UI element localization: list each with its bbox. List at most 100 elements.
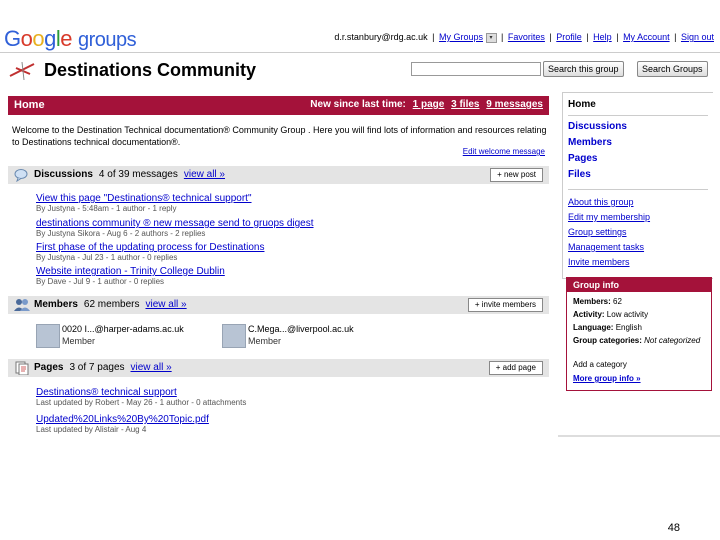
pages-count: 3 of 7 pages	[69, 362, 125, 373]
chevron-down-icon[interactable]: ▾	[485, 32, 497, 43]
member-item: C.Mega...@liverpool.ac.uk Member	[222, 324, 402, 350]
group-title: Destinations Community	[44, 60, 257, 80]
invite-members-button[interactable]: + invite members	[467, 298, 543, 312]
activity-label: Activity:	[573, 310, 605, 319]
new-messages-link[interactable]: 9 messages	[486, 99, 543, 110]
discussion-title[interactable]: View this page "Destinations® technical …	[36, 193, 252, 204]
about-group-link[interactable]: About this group	[568, 197, 634, 207]
members-label: Members	[34, 299, 78, 310]
avatar[interactable]	[222, 324, 246, 348]
sidebar-item-members[interactable]: Members	[568, 137, 612, 148]
sidebar-item-files[interactable]: Files	[568, 169, 591, 180]
activity-value: Low activity	[606, 310, 649, 319]
discussion-title[interactable]: Website integration - Trinity College Du…	[36, 266, 225, 277]
welcome-message: Welcome to the Destination Technical doc…	[12, 125, 547, 147]
sidebar: Home Discussions Members Pages Files Abo…	[562, 92, 713, 279]
members-label: Members:	[573, 297, 611, 306]
edit-welcome-link[interactable]: Edit welcome message	[463, 147, 545, 156]
discussion-meta: By Justyna Sikora - Aug 6 - 2 authors - …	[36, 229, 206, 238]
member-email[interactable]: C.Mega...@liverpool.ac.uk	[248, 324, 354, 334]
sidebar-item-pages[interactable]: Pages	[568, 153, 597, 164]
new-since-info: New since last time: 1 page 3 files 9 me…	[310, 99, 543, 110]
discussions-view-all-link[interactable]: view all »	[184, 169, 225, 180]
search-groups-button[interactable]: Search Groups	[637, 61, 708, 77]
group-info-title: Group info	[567, 278, 711, 292]
discussion-item: Website integration - Trinity College Du…	[36, 266, 225, 287]
group-info-categories: Group categories: Not categorized	[573, 336, 707, 346]
edit-membership-link[interactable]: Edit my membership	[568, 212, 650, 222]
members-section-bar: Members 62 members view all » + invite mem…	[8, 296, 549, 314]
management-tasks-link[interactable]: Management tasks	[568, 242, 644, 252]
page-meta: Last updated by Robert - May 26 - 1 auth…	[36, 398, 247, 407]
group-info-activity: Activity: Low activity	[573, 310, 707, 320]
language-value: English	[615, 323, 642, 332]
people-icon	[14, 299, 30, 311]
discussion-title[interactable]: First phase of the updating process for …	[36, 242, 264, 253]
discussions-count: 4 of 39 messages	[98, 169, 178, 180]
page-title[interactable]: Destinations® technical support	[36, 387, 177, 398]
sidebar-item-home[interactable]: Home	[568, 99, 596, 110]
member-role: Member	[248, 336, 282, 346]
discussion-meta: By Justyna - 5:48am - 1 author - 1 reply	[36, 204, 177, 213]
member-item: 0020 I...@harper-adams.ac.uk Member	[36, 324, 216, 350]
page-item: Updated%20Links%20By%20Topic.pdf Last up…	[36, 414, 209, 435]
discussions-section-bar: Discussions 4 of 39 messages view all » + …	[8, 166, 549, 184]
home-header-bar: Home New since last time: 1 page 3 files…	[8, 96, 549, 115]
discussion-item: First phase of the updating process for …	[36, 242, 264, 263]
group-info-box: Group info Members: 62 Activity: Low act…	[566, 277, 712, 391]
new-page-link[interactable]: 1 page	[413, 99, 445, 110]
member-email[interactable]: 0020 I...@harper-adams.ac.uk	[62, 324, 184, 334]
discussion-item: View this page "Destinations® technical …	[36, 193, 252, 214]
discussion-meta: By Dave - Jul 9 - 1 author - 0 replies	[36, 277, 165, 286]
search-input[interactable]	[411, 62, 541, 76]
sidebar-divider	[568, 115, 708, 116]
new-since-label: New since last time:	[310, 99, 406, 110]
discussions-label: Discussions	[34, 169, 93, 180]
my-account-link[interactable]: My Account	[623, 32, 670, 42]
categories-label: Group categories:	[573, 336, 642, 345]
add-page-button[interactable]: + add page	[488, 361, 543, 375]
member-role: Member	[62, 336, 96, 346]
group-settings-link[interactable]: Group settings	[568, 227, 627, 237]
add-category-link[interactable]: Add a category	[573, 360, 707, 370]
discussion-item: destinations community ® new message sen…	[36, 218, 314, 239]
group-info-language: Language: English	[573, 323, 707, 333]
new-post-button[interactable]: + new post	[490, 168, 543, 182]
group-logo-icon	[9, 61, 35, 81]
discussion-meta: By Justyna - Jul 23 - 1 author - 0 repli…	[36, 253, 178, 262]
user-email: d.r.stanbury@rdg.ac.uk	[334, 32, 428, 42]
discussion-title[interactable]: destinations community ® new message sen…	[36, 218, 314, 229]
help-link[interactable]: Help	[593, 32, 612, 42]
pages-label: Pages	[34, 362, 64, 373]
my-groups-link[interactable]: My Groups	[439, 32, 483, 42]
profile-link[interactable]: Profile	[556, 32, 582, 42]
page-title[interactable]: Updated%20Links%20By%20Topic.pdf	[36, 414, 209, 425]
group-info-members: Members: 62	[573, 297, 707, 307]
favorites-link[interactable]: Favorites	[508, 32, 545, 42]
categories-value: Not categorized	[644, 336, 701, 345]
language-label: Language:	[573, 323, 614, 332]
more-group-info-link[interactable]: More group info »	[573, 374, 707, 384]
avatar[interactable]	[36, 324, 60, 348]
pages-view-all-link[interactable]: view all »	[131, 362, 172, 373]
new-files-link[interactable]: 3 files	[451, 99, 479, 110]
members-view-all-link[interactable]: view all »	[145, 299, 186, 310]
speech-bubble-icon	[14, 169, 28, 182]
search-group-button[interactable]: Search this group	[543, 61, 624, 77]
members-value: 62	[613, 297, 622, 306]
user-bar: d.r.stanbury@rdg.ac.uk | My Groups ▾ | F…	[334, 32, 714, 43]
page-item: Destinations® technical support Last upd…	[36, 387, 246, 408]
logo-groups-text: groups	[78, 29, 137, 51]
sidebar-divider	[568, 189, 708, 190]
google-groups-logo[interactable]: Google groups	[4, 26, 137, 52]
home-title: Home	[14, 99, 45, 111]
invite-members-link[interactable]: Invite members	[568, 257, 630, 267]
sign-out-link[interactable]: Sign out	[681, 32, 714, 42]
page-meta: Last updated by Alistair - Aug 4	[36, 425, 147, 434]
pages-section-bar: Pages 3 of 7 pages view all » + add page	[8, 359, 549, 377]
header-divider	[0, 52, 720, 53]
sidebar-item-discussions[interactable]: Discussions	[568, 121, 627, 132]
members-count: 62 members	[83, 299, 140, 310]
slide-page-number: 48	[667, 522, 680, 534]
pages-icon	[15, 361, 29, 375]
